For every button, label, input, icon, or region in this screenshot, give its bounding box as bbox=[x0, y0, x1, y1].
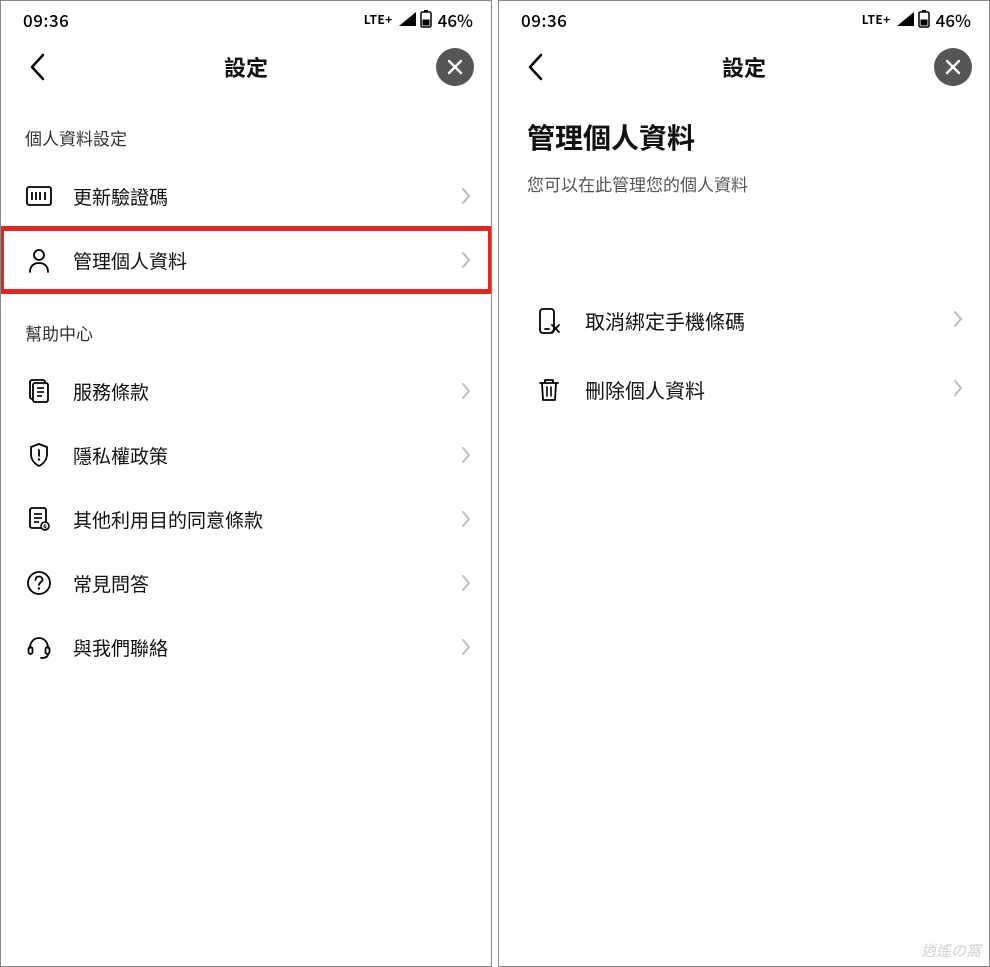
row-privacy[interactable]: 隱私權政策 bbox=[1, 423, 491, 487]
chevron-right-icon bbox=[461, 187, 471, 205]
headset-icon bbox=[25, 633, 53, 661]
app-bar: 設定 bbox=[1, 37, 491, 97]
signal-icon bbox=[399, 12, 416, 26]
chevron-right-icon bbox=[461, 510, 471, 528]
watermark: 逍遙の窩 bbox=[921, 942, 981, 960]
status-bar: 09:36 LTE+ 46% bbox=[1, 1, 491, 37]
help-icon bbox=[25, 569, 53, 597]
row-label: 服務條款 bbox=[73, 378, 441, 405]
chevron-left-icon bbox=[527, 53, 543, 81]
close-button[interactable] bbox=[435, 47, 475, 87]
clock: 09:36 bbox=[23, 7, 69, 32]
row-label: 其他利用目的同意條款 bbox=[73, 506, 441, 533]
row-label: 刪除個人資料 bbox=[585, 375, 931, 404]
row-label: 與我們聯絡 bbox=[73, 634, 441, 661]
section-header-personal: 個人資料設定 bbox=[1, 97, 491, 164]
row-manage-personal[interactable]: 管理個人資料 bbox=[1, 228, 491, 292]
page-title: 設定 bbox=[555, 51, 933, 83]
battery-icon bbox=[918, 10, 930, 28]
row-label: 取消綁定手機條碼 bbox=[585, 306, 931, 335]
row-terms[interactable]: 服務條款 bbox=[1, 359, 491, 423]
chevron-right-icon bbox=[461, 574, 471, 592]
status-bar: 09:36 LTE+ 46% bbox=[499, 1, 989, 37]
row-update-code[interactable]: 更新驗證碼 bbox=[1, 164, 491, 228]
chevron-right-icon bbox=[461, 446, 471, 464]
document-icon bbox=[25, 377, 53, 405]
person-icon bbox=[25, 246, 53, 274]
battery-percent: 46% bbox=[438, 7, 473, 32]
network-lte: LTE+ bbox=[364, 11, 393, 28]
row-label: 更新驗證碼 bbox=[73, 183, 441, 210]
page-subtitle: 您可以在此管理您的個人資料 bbox=[499, 165, 989, 206]
chevron-right-icon bbox=[461, 382, 471, 400]
row-consent[interactable]: § 其他利用目的同意條款 bbox=[1, 487, 491, 551]
back-button[interactable] bbox=[515, 47, 555, 87]
app-bar: 設定 bbox=[499, 37, 989, 97]
back-button[interactable] bbox=[17, 47, 57, 87]
shield-icon bbox=[25, 441, 53, 469]
chevron-right-icon bbox=[461, 638, 471, 656]
page-heading: 管理個人資料 bbox=[499, 97, 989, 165]
chevron-right-icon bbox=[953, 378, 963, 402]
signal-icon bbox=[897, 12, 914, 26]
watermark-text: 逍遙の窩 bbox=[921, 942, 981, 960]
svg-text:§: § bbox=[42, 522, 48, 531]
status-indicators: LTE+ 46% bbox=[364, 7, 473, 32]
battery-icon bbox=[420, 10, 432, 28]
consent-icon: § bbox=[25, 505, 53, 533]
chevron-right-icon bbox=[953, 309, 963, 333]
phone-x-icon bbox=[535, 307, 563, 335]
phone-right: 09:36 LTE+ 46% 設定 管理個人資料 您可以在此管理您的個人資料 取… bbox=[498, 0, 990, 967]
phone-left: 09:36 LTE+ 46% 設定 個人資料設定 更新驗證碼 bbox=[0, 0, 492, 967]
clock: 09:36 bbox=[521, 7, 567, 32]
section-header-help: 幫助中心 bbox=[1, 292, 491, 359]
row-unbind-phone[interactable]: 取消綁定手機條碼 bbox=[499, 286, 989, 355]
row-delete-data[interactable]: 刪除個人資料 bbox=[499, 355, 989, 424]
chevron-left-icon bbox=[29, 53, 45, 81]
trash-icon bbox=[535, 376, 563, 404]
row-label: 管理個人資料 bbox=[73, 247, 441, 274]
network-lte: LTE+ bbox=[862, 11, 891, 28]
chevron-right-icon bbox=[461, 251, 471, 269]
status-indicators: LTE+ 46% bbox=[862, 7, 971, 32]
close-icon bbox=[944, 58, 962, 76]
row-contact[interactable]: 與我們聯絡 bbox=[1, 615, 491, 679]
close-button[interactable] bbox=[933, 47, 973, 87]
battery-percent: 46% bbox=[936, 7, 971, 32]
page-title: 設定 bbox=[57, 51, 435, 83]
row-label: 隱私權政策 bbox=[73, 442, 441, 469]
code-icon bbox=[25, 182, 53, 210]
row-label: 常見問答 bbox=[73, 570, 441, 597]
close-icon bbox=[446, 58, 464, 76]
row-faq[interactable]: 常見問答 bbox=[1, 551, 491, 615]
